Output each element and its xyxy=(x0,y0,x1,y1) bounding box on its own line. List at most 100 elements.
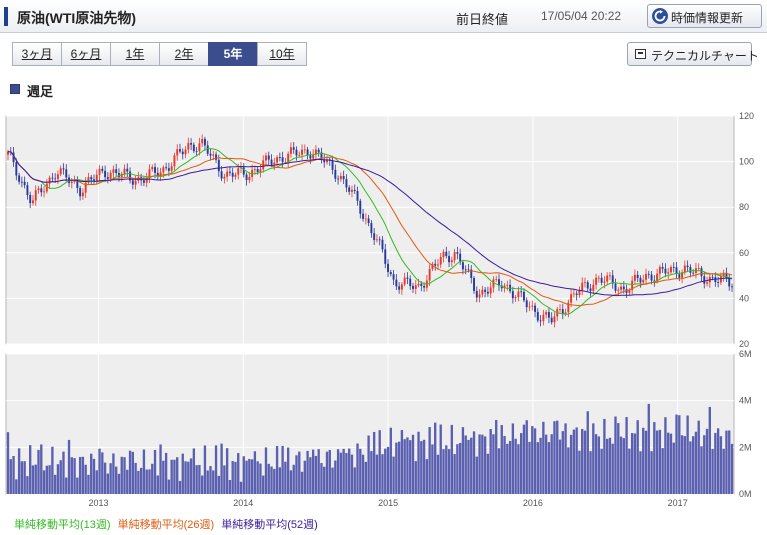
candle-body xyxy=(348,187,351,192)
page-title: 原油(WTI原油先物) xyxy=(17,10,136,26)
candle-body xyxy=(370,223,373,234)
tab-10-years[interactable]: 10年 xyxy=(257,42,307,66)
volume-bar xyxy=(569,434,573,494)
price-tick-label: 20 xyxy=(739,339,749,349)
volume-bar xyxy=(453,454,456,494)
candle-body xyxy=(392,274,395,280)
candle-body xyxy=(237,168,240,175)
candle-body xyxy=(306,149,309,156)
volume-bar xyxy=(664,417,667,494)
candle-body xyxy=(98,168,101,175)
volume-bar xyxy=(464,435,467,494)
candle-body xyxy=(253,169,256,170)
candle-body xyxy=(525,300,528,308)
candle-body xyxy=(104,170,107,178)
volume-bar xyxy=(597,436,601,494)
candle-body xyxy=(256,169,259,173)
candle-body xyxy=(642,279,645,283)
volume-bar xyxy=(450,424,454,494)
volume-bar xyxy=(628,448,631,494)
candle-body xyxy=(692,272,695,274)
candle-body xyxy=(511,291,514,299)
candle-body xyxy=(506,284,509,286)
candle-body xyxy=(334,169,337,179)
candle-body xyxy=(309,155,312,159)
volume-bar xyxy=(500,425,503,494)
volume-bar xyxy=(278,467,282,494)
candle-body xyxy=(633,274,636,281)
volume-bar xyxy=(384,448,387,494)
volume-bar xyxy=(234,461,237,494)
volume-bar xyxy=(331,467,334,494)
candle-body xyxy=(43,191,46,193)
volume-bar xyxy=(711,448,714,494)
candle-body xyxy=(303,149,306,151)
volume-bar xyxy=(292,464,295,494)
volume-bar xyxy=(392,456,395,494)
volume-bar xyxy=(361,454,365,494)
volume-bar xyxy=(320,463,323,494)
candle-body xyxy=(359,200,362,214)
volume-bar xyxy=(428,427,431,494)
volume-bar xyxy=(436,454,440,494)
candle-body xyxy=(572,293,575,295)
volume-bar xyxy=(187,461,190,494)
candle-body xyxy=(689,267,692,273)
volume-bar xyxy=(231,461,234,494)
volume-bar xyxy=(583,430,587,494)
candle-body xyxy=(223,176,226,179)
candle-body xyxy=(190,143,193,145)
candle-body xyxy=(428,268,431,281)
volume-bar xyxy=(84,464,87,494)
tab-3-months[interactable]: 3ヶ月 xyxy=(12,42,62,66)
candle-body xyxy=(553,316,556,323)
tab-2-years[interactable]: 2年 xyxy=(159,42,209,66)
candle-body xyxy=(384,249,387,264)
candle-body xyxy=(450,260,453,263)
candle-body xyxy=(434,263,437,266)
volume-bar xyxy=(495,420,498,494)
candle-body xyxy=(536,311,539,321)
volume-bar xyxy=(26,476,29,494)
technical-chart-button[interactable]: テクニカルチャート xyxy=(627,42,759,66)
candle-body xyxy=(134,180,137,185)
volume-tick-label: 2M xyxy=(739,442,752,452)
volume-bar xyxy=(29,445,32,494)
volume-bar xyxy=(328,449,331,494)
tab-1-year[interactable]: 1年 xyxy=(110,42,160,66)
volume-bar xyxy=(686,415,689,494)
volume-bar xyxy=(675,414,678,494)
tab-6-months[interactable]: 6ヶ月 xyxy=(61,42,111,66)
candle-body xyxy=(289,147,292,154)
volume-bar xyxy=(506,443,509,494)
volume-bar xyxy=(617,423,620,494)
volume-bar xyxy=(691,436,695,494)
volume-bar xyxy=(614,416,617,494)
volume-bar xyxy=(289,470,293,494)
tab-5-years[interactable]: 5年 xyxy=(208,42,258,66)
volume-bar xyxy=(422,439,426,494)
volume-bar xyxy=(131,451,135,494)
candle-body xyxy=(353,189,356,192)
volume-bar xyxy=(181,453,184,494)
volume-bar xyxy=(514,438,517,494)
candle-body xyxy=(711,276,714,278)
candle-body xyxy=(301,149,304,155)
volume-bar xyxy=(311,449,315,494)
candle-body xyxy=(170,166,173,171)
volume-bar xyxy=(478,434,481,494)
candle-body xyxy=(461,262,464,270)
volume-bar xyxy=(655,430,659,494)
volume-bar xyxy=(547,442,551,494)
candle-body xyxy=(578,290,581,295)
volume-bar xyxy=(264,447,268,494)
volume-bar xyxy=(209,466,212,494)
refresh-button[interactable]: 時価情報更新 xyxy=(647,4,762,28)
candle-body xyxy=(176,149,179,156)
candle-body xyxy=(628,290,631,293)
candle-body xyxy=(547,312,550,318)
volume-bar xyxy=(256,461,259,494)
candle-body xyxy=(312,154,315,159)
candle-body xyxy=(453,252,456,261)
candle-body xyxy=(531,305,534,307)
